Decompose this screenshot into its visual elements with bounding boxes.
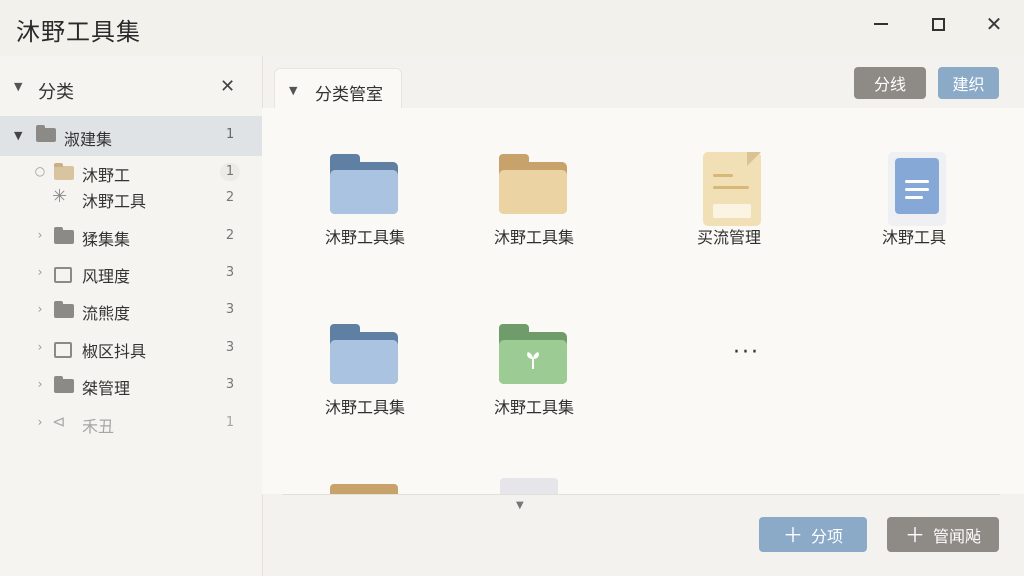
tree-item[interactable]: › ⊲ 禾丑 1 bbox=[0, 409, 262, 439]
tree-item-count: 3 bbox=[225, 377, 235, 392]
plus-icon: ＋ bbox=[904, 522, 925, 547]
tree-item[interactable]: › 风理度 3 bbox=[0, 259, 262, 289]
caret-down-icon: ▼ bbox=[289, 84, 298, 97]
folder-icon bbox=[36, 125, 56, 142]
chevron-right-icon[interactable]: › bbox=[32, 377, 48, 391]
tree-item-label: 沐野工具 bbox=[82, 192, 147, 211]
add-item-label: 分项 bbox=[810, 526, 843, 546]
folder-icon bbox=[54, 227, 74, 244]
divider bbox=[282, 494, 1000, 495]
tree-item[interactable]: ✳ 沐野工具 2 bbox=[0, 184, 262, 214]
tree-item-label: 桀管理 bbox=[82, 379, 131, 398]
tree-item[interactable]: › 桀管理 3 bbox=[0, 371, 262, 401]
grid-item-label: 沐野工具集 bbox=[493, 228, 574, 247]
plus-icon: ＋ bbox=[782, 522, 803, 547]
close-window-button[interactable]: ✕ bbox=[976, 10, 1012, 38]
asterisk-icon: ✳ bbox=[52, 186, 68, 207]
folder-icon bbox=[54, 301, 74, 318]
manage-button[interactable]: ＋ 管闻飐 bbox=[887, 517, 999, 552]
minimize-button[interactable] bbox=[863, 10, 899, 38]
tree-item-count: 2 bbox=[225, 228, 235, 243]
tree-item-count: 3 bbox=[225, 265, 235, 280]
radio-icon[interactable]: ○ bbox=[32, 164, 48, 178]
grid-item[interactable]: 买流管理 bbox=[659, 132, 799, 262]
tab-category-manage[interactable]: ▼ 分类管室 bbox=[274, 68, 402, 111]
sidebar-header-label: 分类 bbox=[38, 82, 74, 103]
grid-item[interactable]: 沐野工具集 bbox=[464, 302, 604, 432]
grid-item[interactable]: 沐野工具集 bbox=[464, 132, 604, 262]
grid-item-label: 沐野工具 bbox=[881, 228, 946, 247]
grid-item[interactable]: 沐野工具集 bbox=[295, 132, 435, 262]
tree-item-count: 1 bbox=[225, 415, 235, 430]
folder-icon bbox=[330, 154, 398, 214]
tree-item-label: 沐野工 bbox=[82, 166, 131, 185]
tree-item-label: 猱集集 bbox=[82, 230, 131, 249]
tab-label: 分类管室 bbox=[315, 85, 383, 105]
chevron-right-icon[interactable]: › bbox=[32, 302, 48, 316]
folder-icon bbox=[330, 324, 398, 384]
folder-outline-icon bbox=[54, 267, 72, 283]
sidebar-close-icon[interactable]: ✕ bbox=[220, 76, 235, 97]
tree-item[interactable]: › 流熊度 3 bbox=[0, 296, 262, 326]
tag-icon: ⊲ bbox=[52, 412, 66, 431]
add-item-button[interactable]: ＋ 分项 bbox=[759, 517, 867, 552]
category-button[interactable]: 分线 bbox=[854, 67, 926, 99]
manage-label: 管闻飐 bbox=[932, 526, 981, 546]
tree-item-label: 禾丑 bbox=[82, 417, 115, 436]
scroll-down-icon[interactable]: ▼ bbox=[516, 500, 524, 511]
tree-item-count: 3 bbox=[225, 340, 235, 355]
chevron-right-icon[interactable]: › bbox=[32, 228, 48, 242]
maximize-button[interactable] bbox=[920, 10, 956, 38]
folder-icon bbox=[499, 154, 567, 214]
caret-down-icon: ▼ bbox=[14, 129, 23, 142]
grid-item-label: 沐野工具集 bbox=[324, 398, 405, 417]
tree-item-label: 风理度 bbox=[82, 267, 131, 286]
tree-root-item[interactable]: ▼ 淑建集 1 bbox=[0, 116, 262, 156]
caret-down-icon: ▼ bbox=[14, 80, 23, 93]
chevron-right-icon[interactable]: › bbox=[32, 265, 48, 279]
folder-icon bbox=[54, 163, 74, 180]
grid-item-label: 沐野工具集 bbox=[324, 228, 405, 247]
document-icon bbox=[703, 152, 761, 226]
chevron-right-icon[interactable]: › bbox=[32, 340, 48, 354]
tree-item-count: 1 bbox=[220, 163, 240, 181]
maximize-icon bbox=[931, 17, 945, 31]
grid-item-label: 沐野工具集 bbox=[493, 398, 574, 417]
folder-plant-icon bbox=[499, 324, 567, 384]
tree-root-count: 1 bbox=[226, 127, 235, 142]
create-button[interactable]: 建织 bbox=[938, 67, 999, 99]
sidebar-header[interactable]: ▼ 分类 ✕ bbox=[0, 70, 262, 110]
minimize-icon bbox=[874, 23, 888, 25]
folder-icon bbox=[330, 484, 398, 494]
tree-item-label: 椒区抖具 bbox=[82, 342, 147, 361]
tree-item-count: 3 bbox=[225, 302, 235, 317]
tree-root-label: 淑建集 bbox=[64, 130, 113, 149]
tree-item[interactable]: › 椒区抖具 3 bbox=[0, 334, 262, 364]
tree-item-label: 流熊度 bbox=[82, 304, 131, 323]
title-bar: 沐野工具集 ✕ bbox=[0, 0, 1024, 56]
folder-icon bbox=[54, 376, 74, 393]
document-icon bbox=[888, 152, 946, 226]
document-icon bbox=[500, 478, 558, 494]
close-icon: ✕ bbox=[985, 12, 1003, 36]
chevron-right-icon[interactable]: › bbox=[32, 415, 48, 429]
grid-item[interactable]: 沐野工具 bbox=[844, 132, 984, 262]
more-items-indicator[interactable]: ··· bbox=[733, 340, 760, 365]
app-title: 沐野工具集 bbox=[16, 18, 141, 46]
sprout-icon bbox=[527, 352, 539, 369]
sidebar: ▼ 分类 ✕ ▼ 淑建集 1 ○ 沐野工 1 ✳ 沐野工具 2 › 猱集集 2 … bbox=[0, 56, 263, 576]
grid-item-label: 买流管理 bbox=[696, 228, 761, 247]
folder-box-icon bbox=[54, 342, 72, 358]
grid-item[interactable]: 沐野工具集 bbox=[295, 302, 435, 432]
tree-item-count: 2 bbox=[225, 190, 235, 205]
tree-item[interactable]: › 猱集集 2 bbox=[0, 222, 262, 252]
